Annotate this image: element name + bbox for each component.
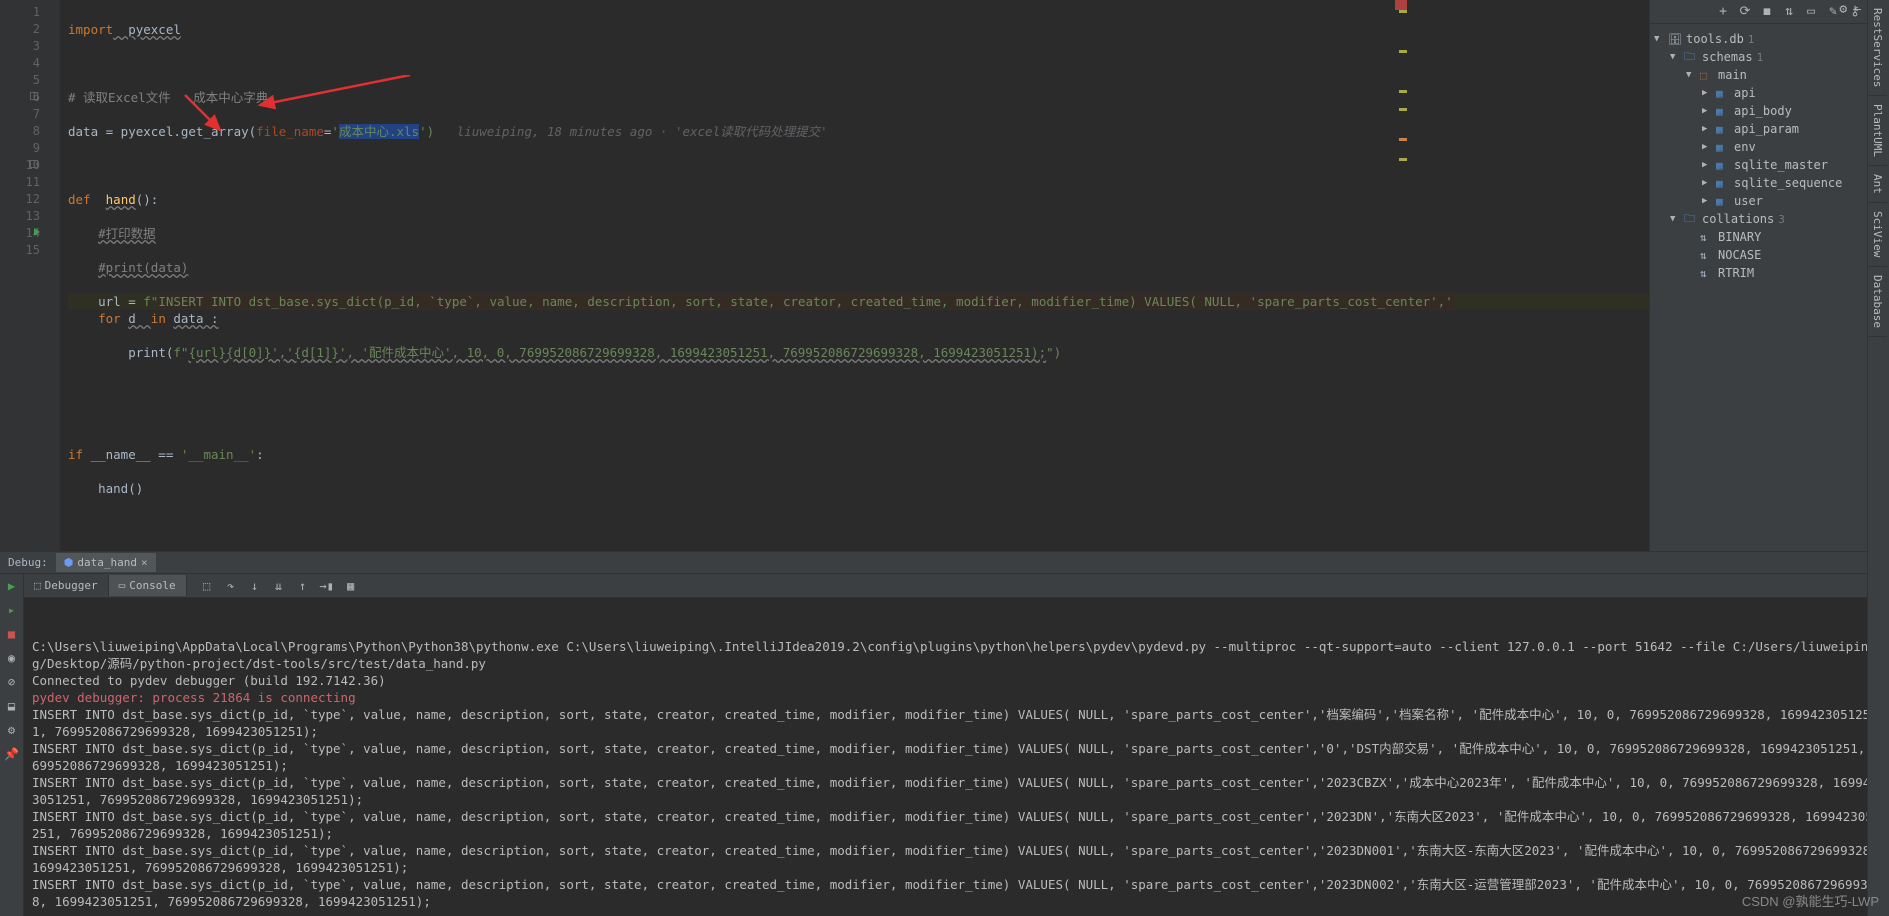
folder-icon: 🗀 <box>1684 210 1698 229</box>
database-icon: 🗄 <box>1668 33 1682 46</box>
right-tool-tabs: RestServices PlantUML Ant SciView Databa… <box>1867 0 1889 916</box>
database-tree[interactable]: ▼🗄tools.db 1 ▼🗀schemas 1 ▼⬚main ▶▦api ▶▦… <box>1650 24 1889 288</box>
refresh-icon[interactable]: ⟳ <box>1737 4 1753 20</box>
collation-icon: ⇅ <box>1700 249 1714 262</box>
tab-plantuml[interactable]: PlantUML <box>1868 96 1887 166</box>
tab-sciview[interactable]: SciView <box>1868 203 1887 266</box>
error-stripe[interactable] <box>1397 0 1407 410</box>
database-tool-window: + ⟳ ◼ ⇅ ▭ ✎ ⚷ ▾ ▼🗄tools.db 1 ▼🗀schemas 1… <box>1649 0 1889 551</box>
debug-tool-window: Debug: ⬢ data_hand × ⚙ — ▶ ▸ ■ ◉ ⊘ ⬓ ⚙ 📌 <box>0 551 1889 916</box>
sync-icon[interactable]: ⇅ <box>1781 4 1797 20</box>
tab-ant[interactable]: Ant <box>1868 166 1887 203</box>
run-gutter-icon[interactable] <box>34 228 40 236</box>
force-step-into-icon[interactable]: ⇊ <box>271 578 287 594</box>
debug-run-tab[interactable]: ⬢ data_hand × <box>56 553 156 572</box>
stop-icon[interactable]: ◼ <box>1759 4 1775 20</box>
collation-icon: ⇅ <box>1700 231 1714 244</box>
tab-console[interactable]: ▭Console <box>109 575 187 596</box>
folder-icon: 🗀 <box>1684 48 1698 67</box>
tab-debugger[interactable]: ⬚Debugger <box>24 575 109 596</box>
fold-icon[interactable]: - <box>30 92 38 100</box>
tab-restservices[interactable]: RestServices <box>1868 0 1887 96</box>
code-content[interactable]: import pyexcel # 读取Excel文件 成本中心字典 data =… <box>60 0 1649 551</box>
line-gutter: 1 2 3 4 5 6- 7 8 9 10- 11 12 13 14 15 <box>0 0 60 551</box>
code-editor[interactable]: 1 2 3 4 5 6- 7 8 9 10- 11 12 13 14 15 im… <box>0 0 1649 551</box>
view-breakpoints-icon[interactable]: ◉ <box>4 650 20 666</box>
layout-icon[interactable]: ⬓ <box>4 698 20 714</box>
mute-breakpoints-icon[interactable]: ⊘ <box>4 674 20 690</box>
minimize-icon[interactable]: — <box>1853 2 1861 17</box>
stop-icon[interactable]: ■ <box>4 626 20 642</box>
rerun-icon[interactable]: ▶ <box>4 578 20 594</box>
settings-icon[interactable]: ⚙ <box>4 722 20 738</box>
show-execution-icon[interactable]: ⬚ <box>199 578 215 594</box>
table-icon: ▦ <box>1716 195 1730 208</box>
debug-left-toolbar: ▶ ▸ ■ ◉ ⊘ ⬓ ⚙ 📌 <box>0 574 24 916</box>
table-icon: ▦ <box>1716 159 1730 172</box>
resume-icon[interactable]: ▸ <box>4 602 20 618</box>
run-to-cursor-icon[interactable]: →▮ <box>319 578 335 594</box>
step-into-icon[interactable]: ↓ <box>247 578 263 594</box>
python-file-icon: ⬢ <box>64 556 74 569</box>
close-icon[interactable]: × <box>141 556 148 569</box>
step-out-icon[interactable]: ↑ <box>295 578 311 594</box>
tab-database[interactable]: Database <box>1868 267 1887 337</box>
step-over-icon[interactable]: ↷ <box>223 578 239 594</box>
table-icon: ▦ <box>1716 87 1730 100</box>
console-icon[interactable]: ▭ <box>1803 4 1819 20</box>
evaluate-icon[interactable]: ▦ <box>343 578 359 594</box>
fold-icon[interactable]: - <box>30 160 38 168</box>
settings-icon[interactable]: ⚙ <box>1839 2 1847 17</box>
collation-icon: ⇅ <box>1700 267 1714 280</box>
schema-icon: ⬚ <box>1700 69 1714 82</box>
pin-icon[interactable]: 📌 <box>4 746 20 762</box>
table-icon: ▦ <box>1716 123 1730 136</box>
debug-label: Debug: <box>8 556 48 569</box>
console-icon: ▭ <box>119 579 126 592</box>
table-icon: ▦ <box>1716 141 1730 154</box>
add-icon[interactable]: + <box>1715 4 1731 20</box>
debugger-icon: ⬚ <box>34 579 41 592</box>
table-icon: ▦ <box>1716 105 1730 118</box>
table-icon: ▦ <box>1716 177 1730 190</box>
console-output[interactable]: C:\Users\liuweiping\AppData\Local\Progra… <box>24 598 1889 916</box>
